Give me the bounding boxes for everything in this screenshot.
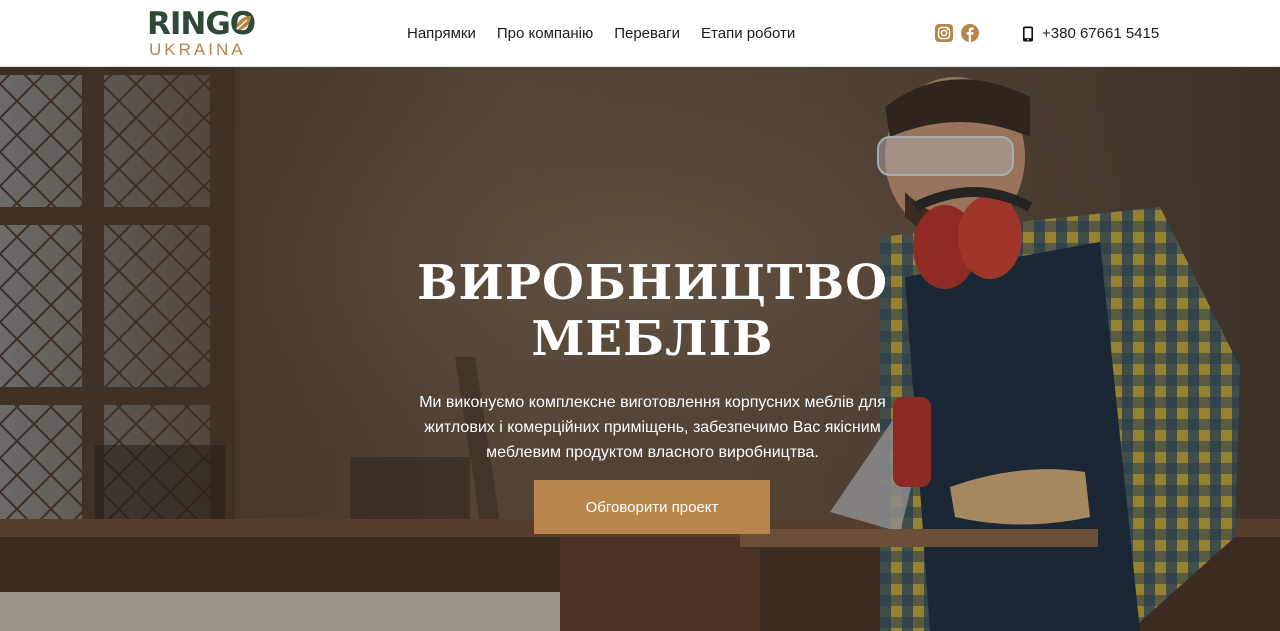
phone-number: +380 67661 5415 (1042, 25, 1160, 42)
logo[interactable]: RINGO UKRAINA (147, 8, 262, 60)
hero-title-line-2: МЕБЛІВ (531, 311, 774, 367)
nav-item-about[interactable]: Про компанію (497, 24, 593, 44)
instagram-icon[interactable] (935, 24, 953, 42)
discuss-project-button[interactable]: Обговорити проект (534, 480, 770, 534)
nav-item-advantages[interactable]: Переваги (614, 24, 680, 44)
facebook-icon[interactable] (961, 24, 979, 42)
hero-title-line-1: ВИРОБНИЦТВО (416, 255, 889, 311)
social-links (935, 24, 979, 42)
hero-subtitle: Ми виконуємо комплексне виготовлення кор… (419, 394, 886, 461)
nav-item-directions[interactable]: Напрямки (407, 24, 476, 44)
phone-link[interactable]: +380 67661 5415 (1022, 24, 1159, 44)
nav-item-work-stages[interactable]: Етапи роботи (701, 24, 795, 44)
site-header: RINGO UKRAINA Напрямки Про компанію Пере… (0, 0, 1280, 67)
hero-title: ВИРОБНИЦТВО МЕБЛІВ (390, 255, 915, 367)
leaf-icon (236, 16, 251, 30)
main-nav: Напрямки Про компанію Переваги Етапи роб… (407, 24, 795, 44)
hero-section: ВИРОБНИЦТВО МЕБЛІВ Ми виконуємо комплекс… (0, 67, 1280, 631)
logo-subtitle: UKRAINA (149, 40, 246, 59)
mobile-phone-icon (1023, 26, 1033, 42)
